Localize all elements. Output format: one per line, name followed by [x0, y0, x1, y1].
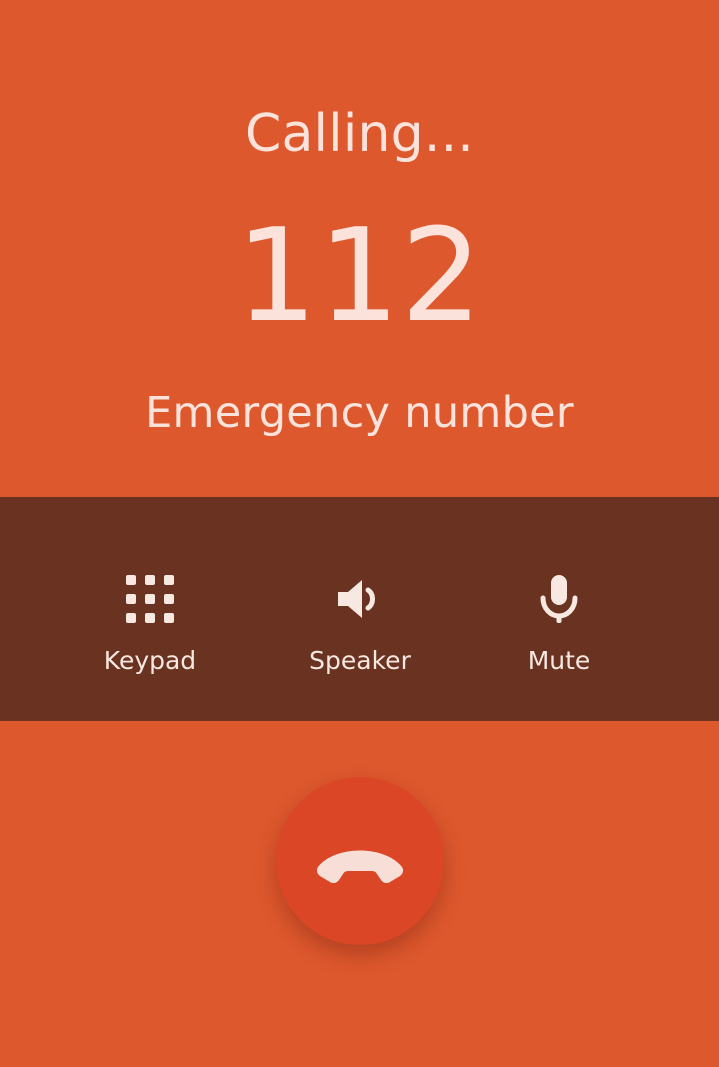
- call-status: Calling...: [244, 104, 475, 164]
- speaker-icon: [332, 571, 388, 627]
- number-label: Emergency number: [145, 388, 574, 438]
- speaker-label: Speaker: [309, 646, 411, 675]
- microphone-icon: [531, 571, 587, 627]
- end-call-phone-icon: [312, 832, 408, 890]
- keypad-icon: [122, 571, 178, 627]
- call-screen: Calling... 112 Emergency number Keypad S…: [0, 0, 719, 1067]
- mute-button[interactable]: Mute: [479, 497, 639, 721]
- call-controls-bar: Keypad Speaker Mute: [0, 497, 719, 721]
- end-call-button[interactable]: [276, 777, 444, 945]
- mute-label: Mute: [527, 646, 591, 675]
- speaker-button[interactable]: Speaker: [280, 497, 440, 721]
- phone-number: 112: [235, 202, 484, 351]
- keypad-button[interactable]: Keypad: [70, 497, 230, 721]
- keypad-label: Keypad: [103, 646, 197, 675]
